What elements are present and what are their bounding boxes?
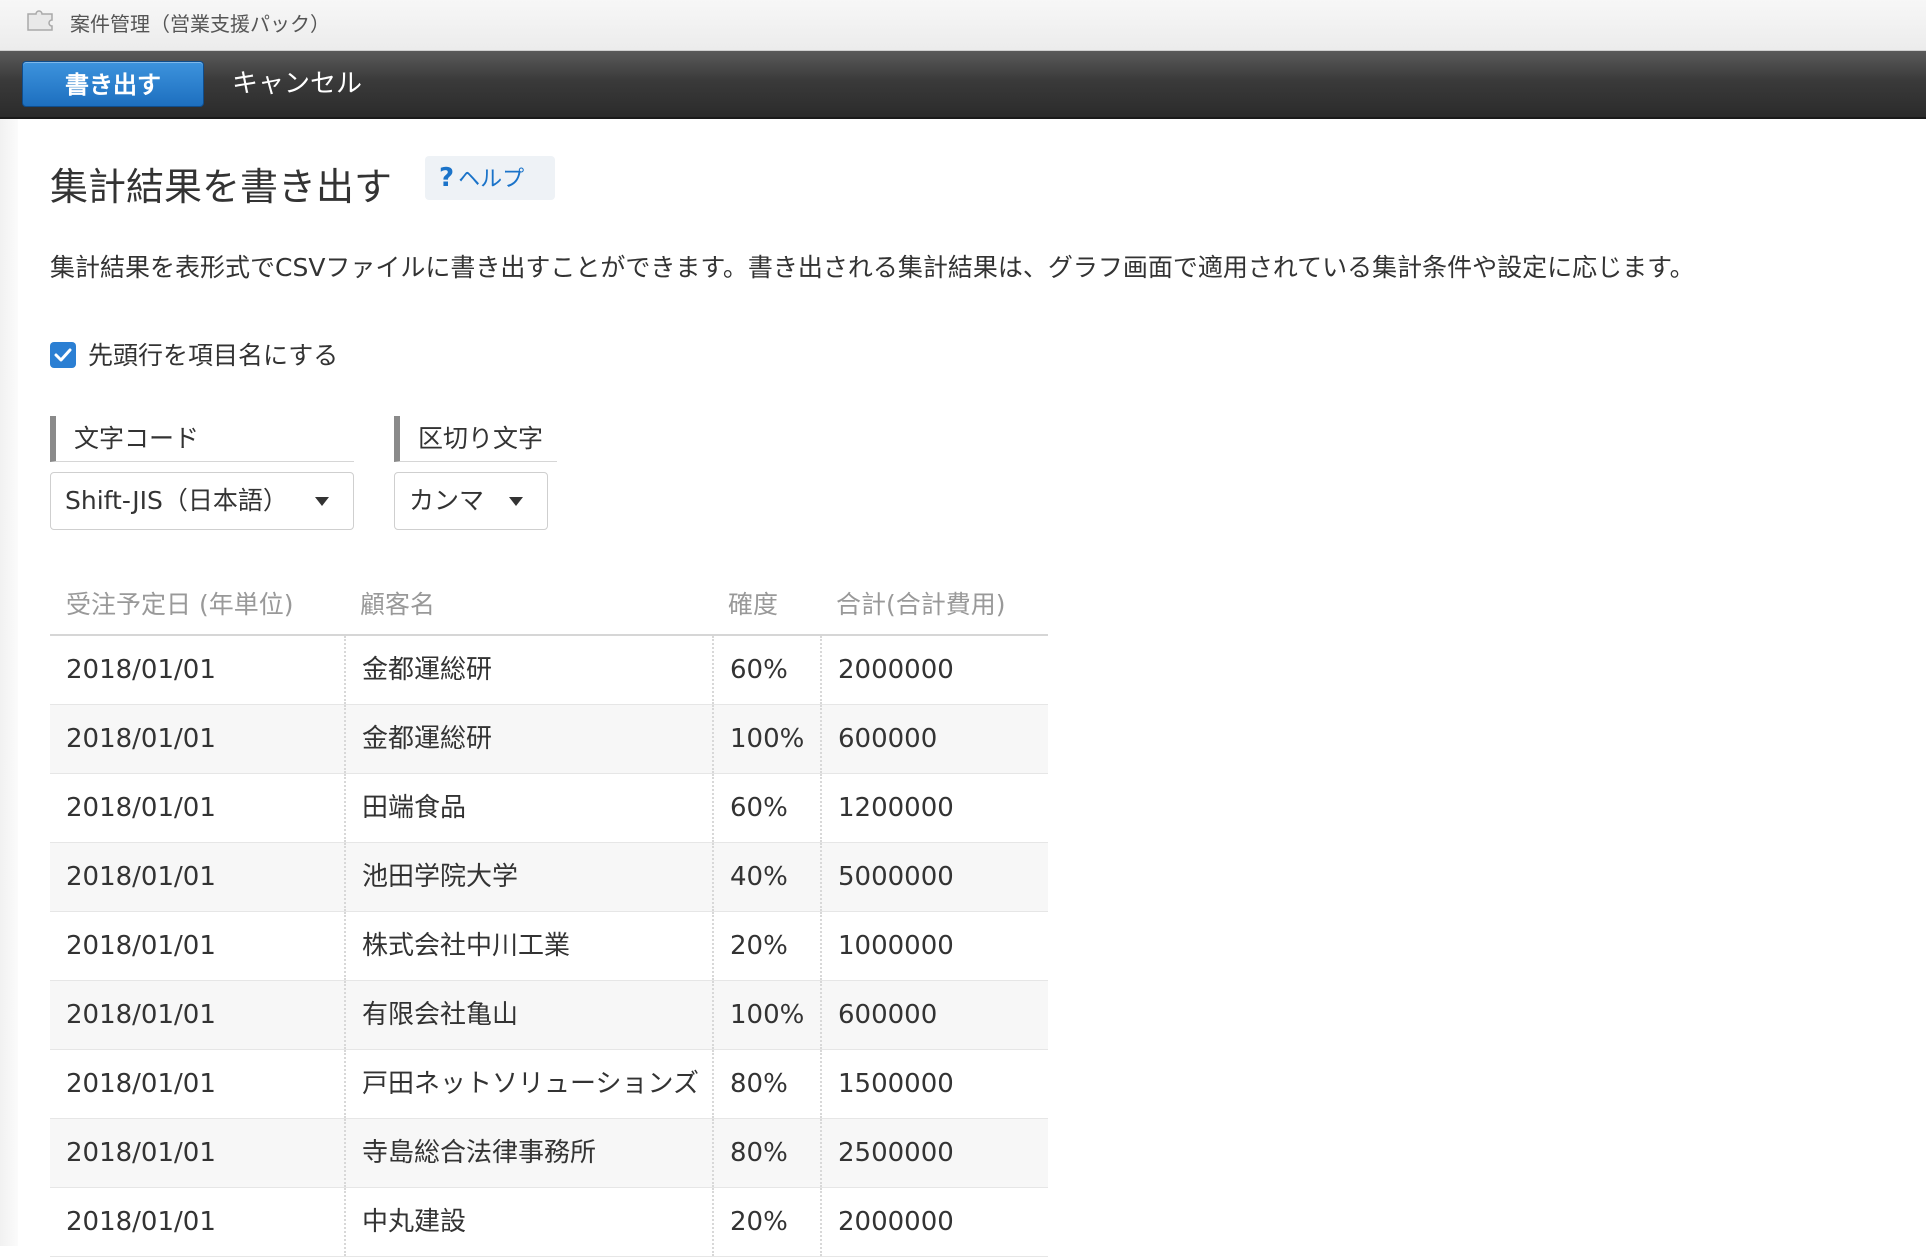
probability-cell: 100% xyxy=(730,724,805,754)
column-divider xyxy=(344,1119,346,1187)
preview-table: 受注予定日 (年単位) 顧客名 確度 合計(合計費用) 2018/01/01 金… xyxy=(50,573,1048,1257)
column-divider xyxy=(712,636,714,704)
column-divider xyxy=(344,705,346,773)
toolbar: 書き出す キャンセル xyxy=(0,51,1926,119)
customer-cell: 株式会社中川工業 xyxy=(362,931,571,961)
total-cell: 1000000 xyxy=(838,931,954,961)
probability-cell: 100% xyxy=(730,1000,805,1030)
customer-cell: 池田学院大学 xyxy=(362,862,519,892)
table-row: 2018/01/01 寺島総合法律事務所 80% 2500000 xyxy=(50,1119,1048,1188)
left-edge-shade xyxy=(0,119,18,1246)
customer-cell: 戸田ネットソリューションズ xyxy=(362,1069,699,1099)
puzzle-icon xyxy=(24,6,58,32)
column-divider xyxy=(344,981,346,1049)
order-date-cell: 2018/01/01 xyxy=(66,1138,216,1168)
order-date-cell: 2018/01/01 xyxy=(66,724,216,754)
column-divider xyxy=(820,636,822,704)
column-header-order-date: 受注予定日 (年単位) xyxy=(66,590,294,619)
table-header: 受注予定日 (年単位) 顧客名 確度 合計(合計費用) xyxy=(50,573,1048,636)
column-divider xyxy=(344,636,346,704)
total-cell: 600000 xyxy=(838,724,938,754)
customer-cell: 金都運総研 xyxy=(362,655,493,685)
help-label: ヘルプ xyxy=(458,167,525,192)
table-row: 2018/01/01 金都運総研 100% 600000 xyxy=(50,705,1048,774)
table-row: 2018/01/01 有限会社亀山 100% 600000 xyxy=(50,981,1048,1050)
order-date-cell: 2018/01/01 xyxy=(66,862,216,892)
column-header-customer: 顧客名 xyxy=(360,590,436,619)
column-divider xyxy=(712,705,714,773)
total-cell: 1500000 xyxy=(838,1069,954,1099)
column-divider xyxy=(712,774,714,842)
order-date-cell: 2018/01/01 xyxy=(66,793,216,823)
column-header-total: 合計(合計費用) xyxy=(836,590,1006,619)
column-divider xyxy=(820,1119,822,1187)
header-row-checkbox[interactable] xyxy=(50,342,76,368)
table-row: 2018/01/01 池田学院大学 40% 5000000 xyxy=(50,843,1048,912)
customer-cell: 有限会社亀山 xyxy=(362,1000,519,1030)
export-button[interactable]: 書き出す xyxy=(22,61,204,107)
order-date-cell: 2018/01/01 xyxy=(66,1069,216,1099)
app-title: 案件管理（営業支援パック） xyxy=(70,12,330,36)
probability-cell: 80% xyxy=(730,1069,788,1099)
total-cell: 2500000 xyxy=(838,1138,954,1168)
encoding-label: 文字コード xyxy=(50,416,354,462)
order-date-cell: 2018/01/01 xyxy=(66,931,216,961)
table-row: 2018/01/01 田端食品 60% 1200000 xyxy=(50,774,1048,843)
total-cell: 1200000 xyxy=(838,793,954,823)
probability-cell: 60% xyxy=(730,793,788,823)
total-cell: 600000 xyxy=(838,1000,938,1030)
delimiter-label: 区切り文字 xyxy=(394,416,557,462)
column-divider xyxy=(712,1050,714,1118)
column-divider xyxy=(712,981,714,1049)
total-cell: 2000000 xyxy=(838,655,954,685)
column-divider xyxy=(820,912,822,980)
cancel-button[interactable]: キャンセル xyxy=(232,61,362,107)
customer-cell: 寺島総合法律事務所 xyxy=(362,1138,597,1168)
column-header-probability: 確度 xyxy=(728,590,779,619)
column-divider xyxy=(712,912,714,980)
window-titlebar: 案件管理（営業支援パック） xyxy=(0,0,1926,51)
column-divider xyxy=(344,774,346,842)
header-row-checkbox-label: 先頭行を項目名にする xyxy=(88,341,339,370)
column-divider xyxy=(712,1119,714,1187)
encoding-select-value: Shift-JIS（日本語） xyxy=(65,486,288,515)
table-row: 2018/01/01 戸田ネットソリューションズ 80% 1500000 xyxy=(50,1050,1048,1119)
help-icon: ? xyxy=(439,163,455,193)
column-divider xyxy=(820,1050,822,1118)
customer-cell: 田端食品 xyxy=(362,793,467,823)
delimiter-select[interactable]: カンマ xyxy=(394,472,548,530)
table-row: 2018/01/01 中丸建設 20% 2000000 xyxy=(50,1188,1048,1257)
probability-cell: 60% xyxy=(730,655,788,685)
column-divider xyxy=(820,705,822,773)
page-description: 集計結果を表形式でCSVファイルに書き出すことができます。書き出される集計結果は… xyxy=(50,253,1695,282)
dropdown-arrow-icon xyxy=(509,497,523,506)
help-link[interactable]: ? ヘルプ xyxy=(425,156,555,200)
order-date-cell: 2018/01/01 xyxy=(66,655,216,685)
table-row: 2018/01/01 株式会社中川工業 20% 1000000 xyxy=(50,912,1048,981)
encoding-select[interactable]: Shift-JIS（日本語） xyxy=(50,472,354,530)
column-divider xyxy=(344,843,346,911)
total-cell: 5000000 xyxy=(838,862,954,892)
column-divider xyxy=(820,981,822,1049)
page-title: 集計結果を書き出す xyxy=(50,165,393,209)
column-divider xyxy=(344,912,346,980)
delimiter-select-value: カンマ xyxy=(409,486,485,515)
table-row: 2018/01/01 金都運総研 60% 2000000 xyxy=(50,636,1048,705)
column-divider xyxy=(344,1050,346,1118)
probability-cell: 80% xyxy=(730,1138,788,1168)
probability-cell: 40% xyxy=(730,862,788,892)
column-divider xyxy=(712,843,714,911)
checkmark-icon xyxy=(54,348,72,362)
column-divider xyxy=(820,774,822,842)
customer-cell: 金都運総研 xyxy=(362,724,493,754)
order-date-cell: 2018/01/01 xyxy=(66,1000,216,1030)
column-divider xyxy=(820,843,822,911)
dropdown-arrow-icon xyxy=(315,497,329,506)
probability-cell: 20% xyxy=(730,931,788,961)
